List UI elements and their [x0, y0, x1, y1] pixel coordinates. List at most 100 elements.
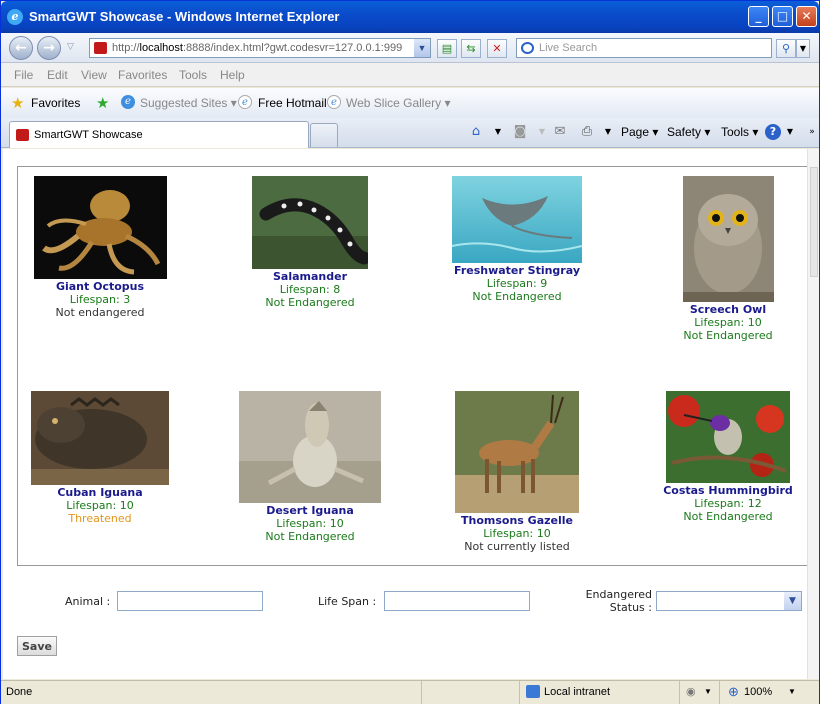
save-button[interactable]: Save — [17, 636, 57, 656]
scrollbar-thumb[interactable] — [810, 167, 818, 277]
page-menu[interactable]: Page ▾ — [621, 125, 658, 139]
home-icon[interactable]: ⌂ — [467, 124, 485, 140]
status-bar: Done Local intranet ◉ ▼ ⊕ 100% ▼ — [1, 680, 819, 704]
security-zone[interactable]: Local intranet — [519, 681, 679, 704]
menu-edit[interactable]: Edit — [47, 68, 68, 82]
menu-tools[interactable]: Tools — [179, 68, 207, 82]
animal-tile[interactable]: Freshwater Stingray Lifespan: 9 Not Enda… — [432, 176, 602, 303]
menu-file[interactable]: File — [14, 68, 33, 82]
help-icon[interactable]: ? — [765, 124, 781, 140]
web-slice-gallery-label: Web Slice Gallery — [346, 96, 442, 110]
compat-view-icon: ▤ — [441, 42, 453, 55]
tools-menu-label: Tools — [721, 125, 750, 139]
tab-title: SmartGWT Showcase — [34, 129, 143, 141]
forward-button[interactable]: → — [37, 36, 61, 60]
close-button[interactable]: ✕ — [796, 6, 817, 27]
endangered-status-label: Endangered Status : — [584, 588, 652, 614]
refresh-button[interactable]: ⇆ — [461, 39, 481, 58]
animal-name: Screech Owl — [689, 303, 767, 316]
zoom-control[interactable]: ⊕ 100% ▼ — [719, 681, 817, 704]
chevron-down-icon: ▼ — [704, 687, 712, 696]
chevron-down-icon[interactable]: ▼ — [414, 39, 430, 57]
endangered-status-select[interactable]: ▼ — [656, 591, 802, 611]
recent-pages-chevron-icon[interactable]: ▽ — [67, 42, 74, 52]
animal-name: Thomsons Gazelle — [461, 514, 573, 527]
animal-status: Not Endangered — [472, 290, 562, 303]
globe-icon: ◉ — [686, 686, 696, 698]
menu-help[interactable]: Help — [220, 68, 245, 82]
printer-icon[interactable]: ⎙ — [578, 124, 596, 140]
search-button[interactable]: ⚲ — [776, 39, 796, 58]
feeds-icon[interactable]: ◙ — [511, 124, 529, 140]
tab-bar: SmartGWT Showcase ⌂ ▼ ◙ ▼ ✉ ⎙ ▼ Page ▾ S… — [1, 118, 819, 148]
compatibility-view-button[interactable]: ▤ — [437, 39, 457, 58]
url-host: localhost — [139, 42, 183, 54]
chevron-down-icon[interactable]: ▼ — [784, 592, 801, 610]
chevron-down-icon[interactable]: ▼ — [489, 124, 507, 140]
safety-menu[interactable]: Safety ▾ — [667, 125, 710, 139]
tools-menu[interactable]: Tools ▾ — [721, 125, 758, 139]
stop-button[interactable]: ✕ — [487, 39, 507, 58]
title-bar[interactable]: e SmartGWT Showcase - Windows Internet E… — [1, 1, 819, 33]
giant-octopus-photo — [33, 176, 167, 279]
animal-input[interactable] — [117, 591, 263, 611]
freshwater-stingray-photo — [452, 176, 582, 263]
animal-tile[interactable]: Costas Hummingbird Lifespan: 12 Not Enda… — [648, 391, 808, 523]
protected-mode-segment[interactable]: ◉ ▼ — [679, 681, 719, 704]
animal-name: Giant Octopus — [55, 280, 145, 293]
animal-tile[interactable]: Screech Owl Lifespan: 10 Not Endangered — [648, 176, 808, 342]
favorites-bar: ★ Favorites ★ e Suggested Sites ▾ e Free… — [1, 88, 819, 118]
chevron-down-icon: ▼ — [788, 687, 796, 696]
magnifier-icon: ⚲ — [781, 42, 791, 55]
vertical-scrollbar[interactable] — [807, 149, 819, 679]
new-tab-button[interactable] — [310, 123, 338, 147]
chevron-down-icon: ▼ — [538, 127, 546, 136]
animal-label: Animal : — [65, 595, 111, 608]
arrow-right-icon: → — [43, 40, 55, 56]
ie-page-icon: e — [121, 95, 135, 109]
add-favorite-icon[interactable]: ★ — [96, 94, 109, 112]
animal-tile[interactable]: Cuban Iguana Lifespan: 10 Threatened — [20, 391, 180, 525]
back-button[interactable]: ← — [9, 36, 33, 60]
animal-lifespan: Lifespan: 10 — [276, 517, 344, 530]
more-icon[interactable]: » — [803, 124, 820, 140]
url-input[interactable]: http://localhost:8888/index.html?gwt.cod… — [89, 38, 431, 58]
endangered-label-line1: Endangered — [585, 588, 652, 601]
menu-favorites[interactable]: Favorites — [118, 68, 167, 82]
url-prefix: http:// — [112, 42, 140, 54]
costas-hummingbird-photo — [666, 391, 790, 483]
menu-view[interactable]: View — [81, 68, 107, 82]
animal-tile[interactable]: Salamander Lifespan: 8 Not Endangered — [230, 176, 390, 309]
url-rest: :8888/index.html?gwt.codesvr=127.0.0.1:9… — [182, 42, 403, 54]
search-input[interactable]: Live Search — [516, 38, 772, 58]
zone-label: Local intranet — [544, 686, 611, 698]
animal-tile-grid[interactable]: Giant Octopus Lifespan: 3 Not endangered… — [17, 166, 809, 566]
minimize-button[interactable]: _ — [748, 6, 769, 27]
free-hotmail-link[interactable]: Free Hotmail — [258, 96, 327, 110]
animal-tile[interactable]: Giant Octopus Lifespan: 3 Not endangered — [20, 176, 180, 319]
hotmail-page-icon: e — [238, 95, 252, 109]
address-bar: ← → ▽ http://localhost:8888/index.html?g… — [1, 33, 819, 63]
animal-lifespan: Lifespan: 10 — [66, 499, 134, 512]
suggested-sites-link[interactable]: Suggested Sites ▾ — [140, 96, 237, 110]
lifespan-input[interactable] — [384, 591, 530, 611]
animal-tile[interactable]: Thomsons Gazelle Lifespan: 10 Not curren… — [432, 391, 602, 553]
search-options-button[interactable]: ▼ — [796, 39, 810, 58]
lifespan-label: Life Span : — [318, 595, 377, 608]
maximize-button[interactable]: □ — [772, 6, 793, 27]
zoom-level: 100% — [744, 686, 773, 698]
mail-icon[interactable]: ✉ — [551, 124, 569, 140]
favorites-button[interactable]: Favorites — [31, 96, 80, 110]
animal-tile[interactable]: Desert Iguana Lifespan: 10 Not Endangere… — [230, 391, 390, 543]
chevron-down-icon[interactable]: ▼ — [781, 124, 799, 140]
animal-lifespan: Lifespan: 9 — [486, 277, 548, 290]
animal-lifespan: Lifespan: 3 — [69, 293, 131, 306]
favorites-star-icon: ★ — [11, 95, 25, 112]
intranet-zone-icon — [526, 685, 540, 698]
chevron-down-icon[interactable]: ▼ — [599, 124, 617, 140]
browser-window: e SmartGWT Showcase - Windows Internet E… — [0, 0, 820, 704]
zoom-icon: ⊕ — [728, 684, 739, 699]
site-favicon-icon — [94, 42, 107, 54]
tab-smartgwt-showcase[interactable]: SmartGWT Showcase — [9, 121, 309, 148]
web-slice-gallery-link[interactable]: Web Slice Gallery ▾ — [346, 96, 451, 110]
